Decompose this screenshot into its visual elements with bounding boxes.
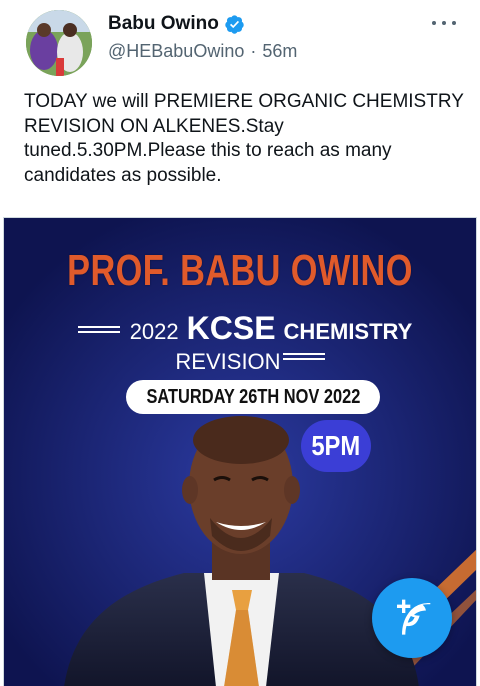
compose-tweet-button[interactable]	[372, 578, 452, 658]
poster-subject: CHEMISTRY	[283, 319, 413, 344]
poster-year: 2022	[129, 319, 179, 344]
poster-time-badge: 5PM	[301, 420, 371, 472]
poster-date: SATURDAY 26TH NOV 2022	[146, 385, 360, 408]
tweet-timestamp[interactable]: 56m	[262, 41, 297, 62]
poster-subtitle: 2022 KCSE CHEMISTRY	[4, 310, 476, 347]
poster-title: PROF. BABU OWINO	[67, 246, 413, 295]
poster-time: 5PM	[311, 430, 361, 461]
decorative-double-line	[282, 352, 325, 360]
poster-revision: REVISION	[175, 349, 281, 374]
author-handle[interactable]: @HEBabuOwino	[108, 41, 244, 62]
author-avatar[interactable]	[26, 10, 92, 76]
poster-date-pill: SATURDAY 26TH NOV 2022	[126, 380, 380, 414]
meta-separator: ·	[250, 41, 257, 61]
tweet-text: TODAY we will PREMIERE ORGANIC CHEMISTRY…	[24, 91, 464, 186]
poster-exam: KCSE	[186, 310, 276, 346]
decorative-double-line	[77, 326, 120, 333]
verified-badge-icon	[224, 14, 245, 35]
dot-icon	[452, 21, 456, 25]
dot-icon	[432, 21, 436, 25]
author-name-row: Babu Owino	[108, 12, 245, 36]
poster-revision-line: REVISION	[4, 349, 476, 375]
avatar-image	[26, 10, 92, 76]
dot-icon	[442, 21, 446, 25]
more-options-icon[interactable]	[432, 14, 456, 32]
author-name[interactable]: Babu Owino	[108, 13, 219, 35]
compose-tweet-icon	[397, 599, 431, 635]
author-meta: @HEBabuOwino · 56m	[108, 41, 297, 62]
